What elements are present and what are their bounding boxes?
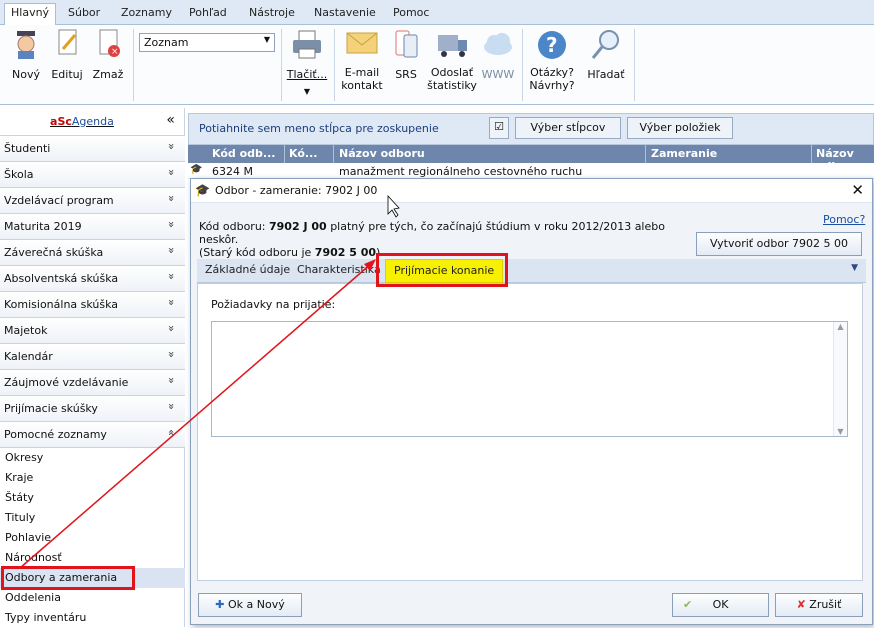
mouse-cursor-icon <box>387 194 400 218</box>
annotation-arrow <box>19 194 400 569</box>
